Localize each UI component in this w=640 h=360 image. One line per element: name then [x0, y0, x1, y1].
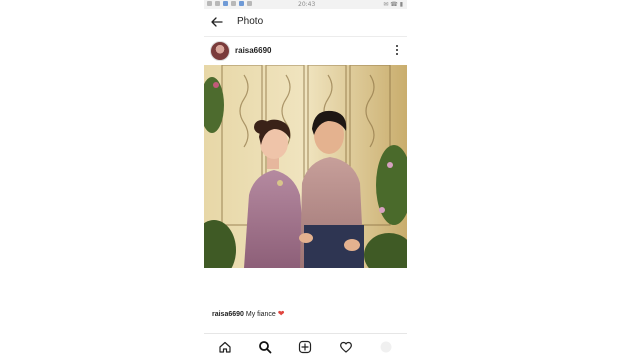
page-title: Photo	[237, 16, 264, 27]
post-caption: raisa6690 My fiance ❤	[212, 309, 285, 318]
add-post-icon[interactable]	[298, 340, 312, 354]
status-time: 20:43	[298, 1, 316, 8]
arrow-left-icon[interactable]	[210, 15, 224, 29]
status-bar: 20:43 ✉ ☎ ▮	[204, 0, 407, 9]
search-icon[interactable]	[258, 340, 272, 354]
caption-username[interactable]: raisa6690	[212, 311, 244, 318]
status-icons-right: ✉ ☎ ▮	[383, 1, 403, 8]
chat-icon	[247, 1, 252, 6]
profile-icon[interactable]	[379, 340, 393, 354]
post-header: raisa6690	[204, 37, 407, 65]
notification-icon	[231, 1, 236, 6]
post-username[interactable]: raisa6690	[235, 46, 271, 55]
activity-heart-icon[interactable]	[339, 340, 353, 354]
more-vertical-icon[interactable]	[393, 43, 401, 57]
app-notification-icon	[223, 1, 228, 6]
heart-emoji: ❤	[277, 309, 285, 318]
bottom-navigation	[204, 333, 407, 360]
caption-text: My fiance	[245, 311, 276, 318]
status-icons-left	[207, 1, 252, 6]
top-bar: Photo	[204, 9, 407, 37]
instagram-photo-screen: 20:43 ✉ ☎ ▮ Photo raisa6690 raisa6690 My…	[204, 0, 407, 360]
signal-icon	[207, 1, 212, 6]
shield-icon	[239, 1, 244, 6]
home-icon[interactable]	[218, 340, 232, 354]
post-photo[interactable]	[204, 65, 407, 268]
avatar[interactable]	[210, 41, 230, 61]
wifi-icon	[215, 1, 220, 6]
